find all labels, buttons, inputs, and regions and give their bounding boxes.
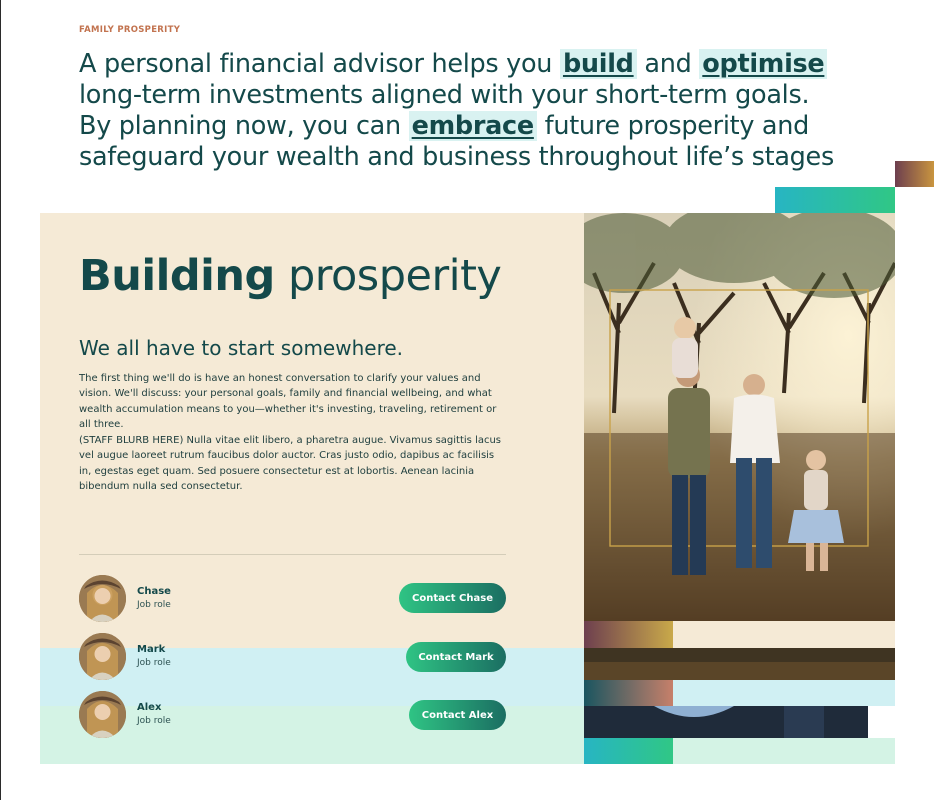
section-subtitle: We all have to start somewhere. — [79, 336, 404, 360]
avatar — [79, 633, 126, 680]
highlight-optimise: optimise — [699, 49, 828, 79]
staff-blurb-paragraph: (STAFF BLURB HERE) Nulla vitae elit libe… — [79, 435, 502, 493]
decor-gradient-block — [775, 187, 895, 213]
intro-text: future prosperity and — [536, 111, 810, 141]
left-edge-rule — [0, 0, 1, 800]
contact-alex-button[interactable]: Contact Alex — [409, 700, 506, 730]
family-photo — [584, 213, 895, 621]
section-title-bold: Building — [79, 251, 275, 301]
intro-text: safeguard your wealth and business throu… — [79, 142, 834, 172]
eyebrow-label: FAMILY PROSPERITY — [79, 25, 181, 35]
intro-paragraph: The first thing we'll do is have an hone… — [79, 373, 497, 431]
intro-text: A personal financial advisor helps you — [79, 49, 560, 79]
person-role: Job role — [137, 600, 171, 610]
section-title: Building prosperity — [79, 250, 502, 302]
intro-text: long-term investments aligned with your … — [79, 80, 810, 110]
contact-mark-button[interactable]: Contact Mark — [406, 642, 506, 672]
decor-gradient-block — [584, 621, 673, 648]
intro-text: and — [636, 49, 700, 79]
contact-chase-button[interactable]: Contact Chase — [399, 583, 506, 613]
intro-statement: A personal financial advisor helps you b… — [79, 49, 859, 173]
intro-text: By planning now, you can — [79, 111, 409, 141]
decor-gradient-block — [895, 161, 934, 187]
highlight-build: build — [559, 49, 637, 79]
avatar — [79, 575, 126, 622]
decor-gradient-block — [584, 738, 673, 764]
avatar — [79, 691, 126, 738]
person-name: Chase — [137, 586, 171, 597]
strip-photo-crop — [584, 706, 868, 738]
person-role: Job role — [137, 716, 171, 726]
divider — [79, 554, 506, 555]
section-title-rest: prosperity — [274, 251, 502, 301]
person-role: Job role — [137, 658, 171, 668]
person-name: Mark — [137, 644, 166, 655]
person-name: Alex — [137, 702, 162, 713]
strip-photo-crop — [584, 648, 895, 680]
highlight-embrace: embrace — [408, 111, 537, 141]
decor-gradient-block — [584, 680, 673, 706]
